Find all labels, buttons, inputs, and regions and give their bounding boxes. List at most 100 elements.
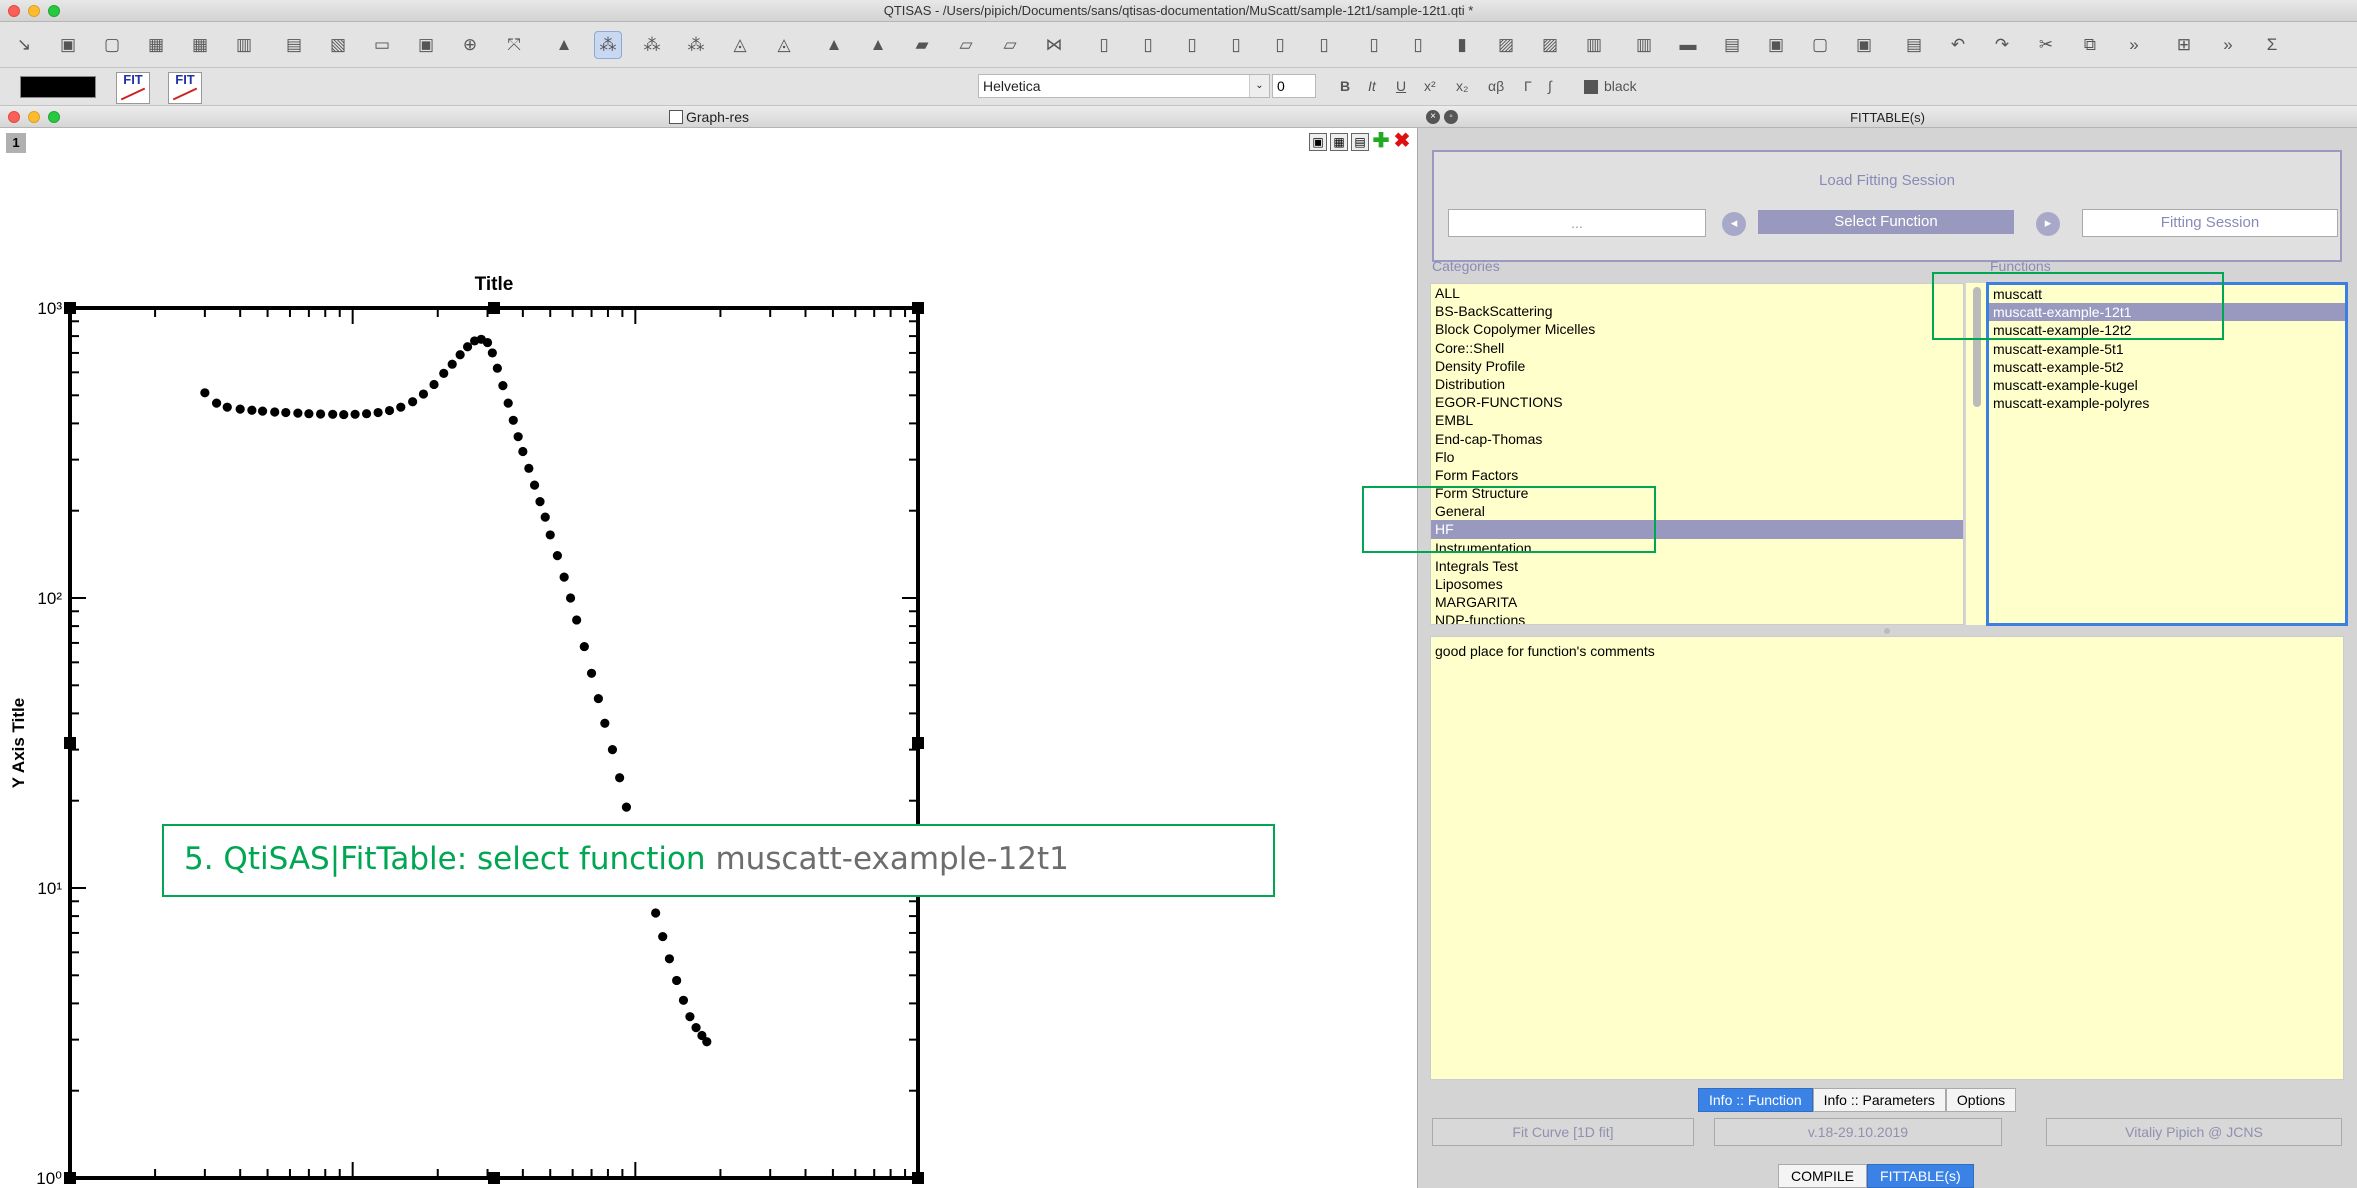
toolbar-tool-icon[interactable]: Σ [2258,31,2286,59]
toolbar-tool-icon[interactable]: ▤ [1718,31,1746,59]
toolbar-tool-icon[interactable]: ↶ [1944,31,1972,59]
italic-button[interactable]: It [1368,78,1376,94]
font-size-spinbox[interactable]: 0 [1272,74,1316,98]
toolbar-tool-icon[interactable]: ▣ [1850,31,1878,59]
toolbar-tool-icon[interactable]: ▣ [412,31,440,59]
function-comment-area[interactable]: good place for function's comments [1430,636,2344,1080]
right-arrow-icon[interactable]: ▸ [2036,212,2060,236]
toolbar-tool-icon[interactable]: ↷ [1988,31,2016,59]
function-item[interactable]: muscatt-example-5t2 [1989,358,2345,376]
toolbar-tool-icon[interactable]: ⊕ [456,31,484,59]
toolbar-tool-icon[interactable]: ▥ [1580,31,1608,59]
greek-button[interactable]: αβ [1488,78,1504,94]
category-item[interactable]: BS-BackScattering [1431,302,1963,320]
toolbar-tool-icon[interactable]: ▥ [230,31,258,59]
gamma-button[interactable]: Γ [1524,78,1532,94]
category-item[interactable]: Flo [1431,448,1963,466]
tab-options[interactable]: Options [1945,1088,2017,1112]
toolbar-tool-icon[interactable]: ▨ [1536,31,1564,59]
category-item[interactable]: Integrals Test [1431,557,1963,575]
left-arrow-icon[interactable]: ◂ [1722,212,1746,236]
toolbar-tool-icon[interactable]: ▢ [98,31,126,59]
toolbar-tool-icon[interactable]: ▯ [1404,31,1432,59]
toolbar-tool-icon[interactable]: ▥ [1630,31,1658,59]
category-item[interactable]: Form Factors [1431,466,1963,484]
color-swatch-button[interactable] [20,76,96,98]
toolbar-tool-icon[interactable]: ⁂ [638,31,666,59]
toolbar-tool-icon[interactable]: ▲ [864,31,892,59]
load-fitting-session-label[interactable]: Load Fitting Session [1434,172,2340,189]
function-item[interactable]: muscatt-example-5t1 [1989,340,2345,358]
toolbar-tool-icon[interactable]: ▦ [142,31,170,59]
bold-button[interactable]: B [1340,78,1350,94]
category-item[interactable]: ALL [1431,284,1963,302]
toolbar-tool-icon[interactable]: ◬ [770,31,798,59]
toolbar-tool-icon[interactable]: ▲ [550,31,578,59]
text-color-select[interactable]: black [1604,78,1637,94]
toolbar-tool-icon[interactable]: ▰ [908,31,936,59]
toolbar-tool-icon[interactable]: ▬ [1674,31,1702,59]
toolbar-tool-icon[interactable]: ▣ [54,31,82,59]
toolbar-tool-icon[interactable]: ▯ [1178,31,1206,59]
category-item[interactable]: Density Profile [1431,357,1963,375]
toolbar-tool-icon[interactable]: ▯ [1090,31,1118,59]
toolbar-tool-icon[interactable]: ⤧ [500,31,528,59]
fitting-session-button[interactable]: Fitting Session [2082,209,2338,237]
toolbar-tool-icon[interactable]: ▢ [1806,31,1834,59]
toolbar-tool-icon[interactable]: ◬ [726,31,754,59]
toolbar-tool-icon[interactable]: ⊞ [2170,31,2198,59]
categories-list[interactable]: ALL BS-BackScattering Block Copolymer Mice… [1430,283,1964,625]
tab-compile[interactable]: COMPILE [1778,1164,1868,1188]
category-item[interactable]: EGOR-FUNCTIONS [1431,393,1963,411]
toolbar-tool-icon[interactable]: ▲ [820,31,848,59]
session-path-field[interactable]: ... [1448,209,1706,237]
toolbar-tool-icon[interactable]: ▯ [1360,31,1388,59]
toolbar-tool-icon[interactable]: ⋈ [1040,31,1068,59]
underline-button[interactable]: U [1396,78,1406,94]
toolbar-tool-icon[interactable]: ↘ [10,31,38,59]
tab-info-function[interactable]: Info :: Function [1698,1088,1813,1112]
toolbar-tool-icon[interactable]: » [2120,31,2148,59]
toolbar-tool-icon[interactable]: ⁂ [594,31,622,59]
toolbar-tool-icon[interactable]: ▯ [1266,31,1294,59]
toolbar-tool-icon[interactable]: ▭ [368,31,396,59]
fit-curve-button[interactable]: Fit Curve [1D fit] [1432,1118,1694,1146]
toolbar-tool-icon[interactable]: ⧉ [2076,31,2104,59]
toolbar-tool-icon[interactable]: ▯ [1134,31,1162,59]
fit-dotted-button[interactable]: FIT [168,72,202,104]
toolbar-tool-icon[interactable]: ▤ [280,31,308,59]
superscript-button[interactable]: x² [1424,78,1436,94]
category-item[interactable]: Liposomes [1431,575,1963,593]
splitter-handle[interactable] [1884,628,1890,634]
font-family-select[interactable]: Helvetica ⌄ [978,74,1270,98]
function-item[interactable]: muscatt-example-kugel [1989,376,2345,394]
toolbar-tool-icon[interactable]: ✂ [2032,31,2060,59]
toolbar-tool-icon[interactable]: ⁂ [682,31,710,59]
toolbar-tool-icon[interactable]: ▦ [186,31,214,59]
tab-fittables[interactable]: FITTABLE(s) [1867,1164,1974,1188]
toolbar-tool-icon[interactable]: ▧ [324,31,352,59]
integral-button[interactable]: ∫ [1548,78,1552,94]
toolbar-tool-icon[interactable]: ▯ [1310,31,1338,59]
category-item[interactable]: Distribution [1431,375,1963,393]
fit-button[interactable]: FIT [116,72,150,104]
tab-info-parameters[interactable]: Info :: Parameters [1812,1088,1946,1112]
category-item[interactable]: Core::Shell [1431,339,1963,357]
function-item[interactable]: muscatt-example-polyres [1989,394,2345,412]
plot-canvas[interactable]: 10⁻³10⁻²10⁻¹10⁰10⁰10¹10²10³TitleX Axis T… [0,106,1418,1188]
category-item[interactable]: MARGARITA [1431,593,1963,611]
category-item[interactable]: Block Copolymer Micelles [1431,320,1963,338]
toolbar-tool-icon[interactable]: ▯ [1222,31,1250,59]
toolbar-tool-icon[interactable]: » [2214,31,2242,59]
toolbar-tool-icon[interactable]: ▨ [1492,31,1520,59]
toolbar-tool-icon[interactable]: ▱ [952,31,980,59]
category-item[interactable]: EMBL [1431,411,1963,429]
category-item[interactable]: NDP-functions [1431,611,1963,624]
toolbar-tool-icon[interactable]: ▣ [1762,31,1790,59]
category-item[interactable]: End-cap-Thomas [1431,430,1963,448]
toolbar-tool-icon[interactable]: ▤ [1900,31,1928,59]
subscript-button[interactable]: x₂ [1456,78,1468,94]
toolbar-tool-icon[interactable]: ▱ [996,31,1024,59]
toolbar-tool-icon[interactable]: ▮ [1448,31,1476,59]
select-function-button[interactable]: Select Function [1758,210,2014,234]
